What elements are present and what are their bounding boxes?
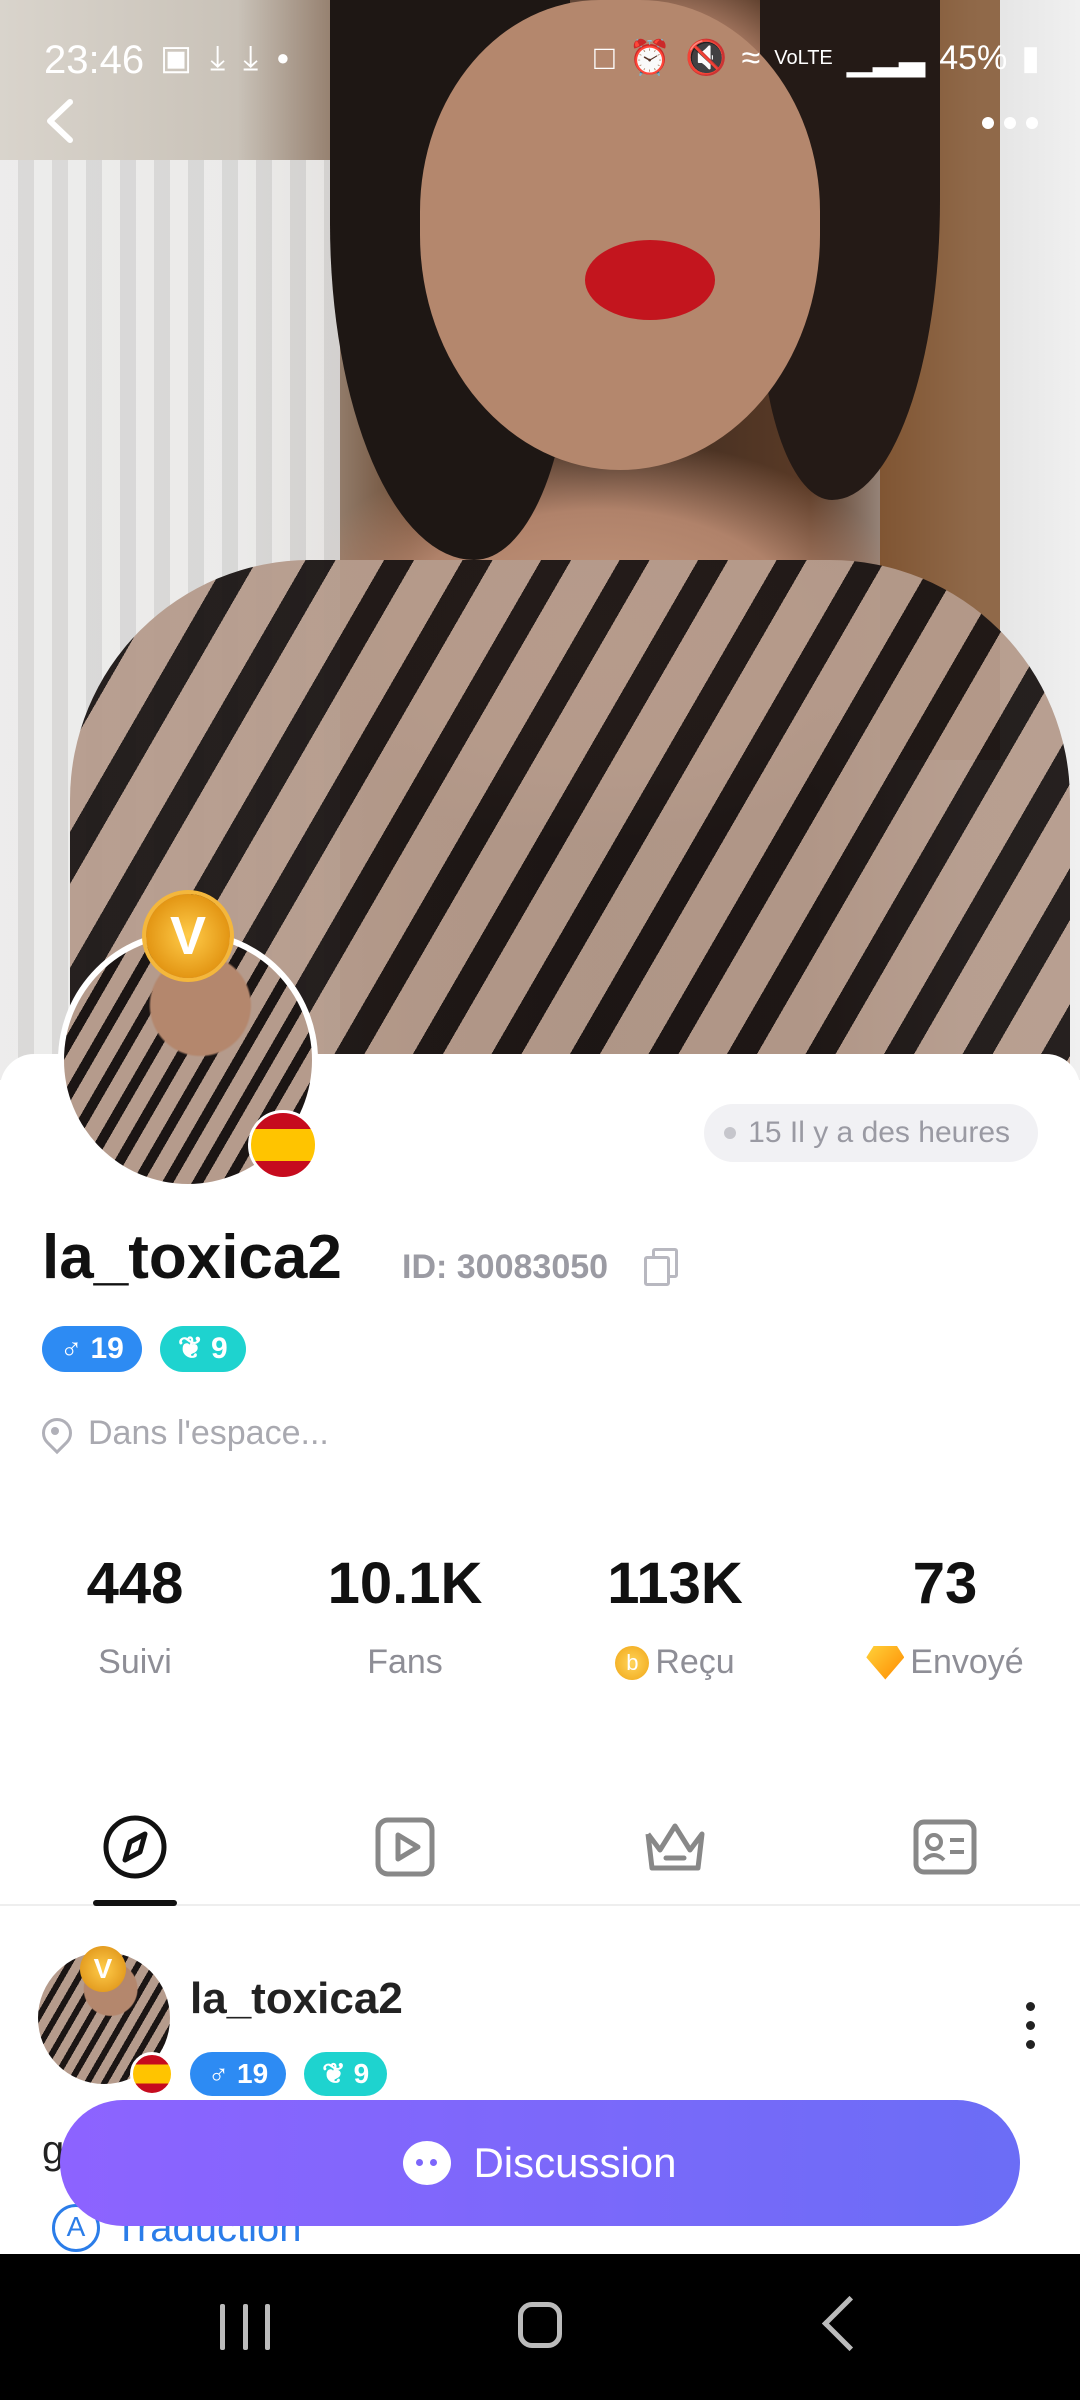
more-horizontal-icon xyxy=(982,117,1038,129)
status-dot xyxy=(724,1127,737,1139)
stat-value: 113K xyxy=(607,1551,743,1616)
profile-username: la_toxica2 xyxy=(42,1223,342,1292)
profile-stats: 448 Suivi 10.1K Fans 113K b Reçu 73 Envoy… xyxy=(0,1550,1080,1682)
diamond-icon xyxy=(866,1645,905,1680)
alarm-icon: ⏰ xyxy=(628,39,672,77)
status-left-icons: ▣ ⤓ ⤓ ● xyxy=(160,38,289,78)
home-button[interactable] xyxy=(518,2302,562,2348)
chat-bubble-icon xyxy=(403,2141,452,2185)
battery-icon: ▮ xyxy=(1021,39,1040,77)
profile-location: Dans l'espace... xyxy=(42,1414,329,1453)
profile-badges: ♂ 19 ❦ 9 xyxy=(42,1326,246,1372)
last-online-text: 15 Il y a des heures xyxy=(748,1116,1010,1149)
stat-label: Fans xyxy=(367,1643,443,1681)
volte-icon: VoLTE xyxy=(774,47,833,69)
signal-icon: ▁▂▃ xyxy=(846,39,926,77)
gender-age-badge: ♂ 19 xyxy=(42,1326,142,1372)
level-value: 9 xyxy=(211,1332,228,1365)
dot xyxy=(1025,2040,1035,2049)
stat-received[interactable]: 113K b Reçu xyxy=(540,1550,810,1682)
male-icon: ♂ xyxy=(60,1332,83,1365)
battery-percent: 45% xyxy=(939,39,1008,77)
lock-icon: □ xyxy=(594,39,615,77)
spain-flag-icon xyxy=(130,2052,174,2096)
dot xyxy=(1025,2002,1035,2011)
post-more-button[interactable] xyxy=(1020,2002,1040,2062)
discussion-button[interactable]: Discussion xyxy=(60,2100,1020,2226)
profile-id: ID: 30083050 xyxy=(402,1248,609,1286)
recents-button[interactable] xyxy=(220,2304,270,2350)
gallery-icon: ▣ xyxy=(160,39,193,77)
system-back-button[interactable] xyxy=(821,2295,878,2352)
download-icon: ⤓ xyxy=(210,39,226,77)
stat-label: Suivi xyxy=(98,1643,172,1681)
coin-icon: b xyxy=(615,1645,650,1680)
status-right-icons: □ ⏰ 🔇 ≈ VoLTE ▁▂▃ 45% ▮ xyxy=(594,38,1040,78)
post-vip-badge: V xyxy=(80,1946,126,1992)
male-icon: ♂ xyxy=(208,2058,229,2089)
mute-icon: 🔇 xyxy=(685,39,728,77)
stat-value: 73 xyxy=(912,1551,978,1616)
level-badge: ❦ 9 xyxy=(304,2052,388,2096)
level-badge: ❦ 9 xyxy=(159,1326,246,1372)
location-text: Dans l'espace... xyxy=(88,1414,329,1452)
age-value: 19 xyxy=(90,1332,124,1365)
post-author-name[interactable]: la_toxica2 xyxy=(190,1974,403,2024)
vip-badge: V xyxy=(146,894,230,978)
back-button[interactable] xyxy=(40,96,100,156)
stat-value: 10.1K xyxy=(327,1551,483,1616)
crown-icon xyxy=(645,1823,705,1871)
gender-age-badge: ♂ 19 xyxy=(190,2052,287,2096)
top-bar xyxy=(0,96,1080,166)
chevron-left-icon xyxy=(47,99,73,143)
stat-label: Envoyé xyxy=(910,1643,1024,1681)
stat-label: Reçu xyxy=(655,1643,735,1681)
last-online-status: 15 Il y a des heures xyxy=(704,1104,1038,1162)
copy-icon[interactable] xyxy=(644,1248,678,1286)
photo-lips xyxy=(585,240,715,320)
discussion-label: Discussion xyxy=(473,2139,677,2186)
sprout-icon: ❦ xyxy=(177,1332,204,1365)
status-time: 23:46 xyxy=(44,38,145,82)
video-icon xyxy=(375,1817,435,1877)
stat-value: 448 xyxy=(86,1551,184,1616)
active-tab-indicator xyxy=(93,1900,177,1906)
spain-flag-icon xyxy=(248,1110,318,1180)
post-author-badges: ♂ 19 ❦ 9 xyxy=(190,2052,388,2096)
location-pin-icon xyxy=(42,1418,68,1450)
dot xyxy=(1025,2021,1035,2030)
tab-moments[interactable] xyxy=(0,1800,270,1906)
level-value: 9 xyxy=(353,2058,370,2089)
system-nav-bar xyxy=(0,2254,1080,2400)
dot-icon: ● xyxy=(276,45,290,70)
tab-videos[interactable] xyxy=(270,1800,540,1904)
tab-profile-info[interactable] xyxy=(810,1800,1080,1904)
download-icon: ⤓ xyxy=(243,39,259,77)
profile-card-icon xyxy=(913,1819,977,1875)
stat-sent[interactable]: 73 Envoyé xyxy=(810,1550,1080,1682)
stat-fans[interactable]: 10.1K Fans xyxy=(270,1550,540,1682)
wifi-icon: ≈ xyxy=(741,39,761,77)
more-options-button[interactable] xyxy=(970,96,1040,156)
compass-icon xyxy=(103,1815,167,1879)
tab-vip[interactable] xyxy=(540,1800,810,1904)
stat-following[interactable]: 448 Suivi xyxy=(0,1550,270,1682)
age-value: 19 xyxy=(237,2058,269,2089)
sprout-icon: ❦ xyxy=(322,2058,346,2089)
profile-avatar[interactable]: V xyxy=(58,894,318,1190)
profile-tabs xyxy=(0,1800,1080,1906)
